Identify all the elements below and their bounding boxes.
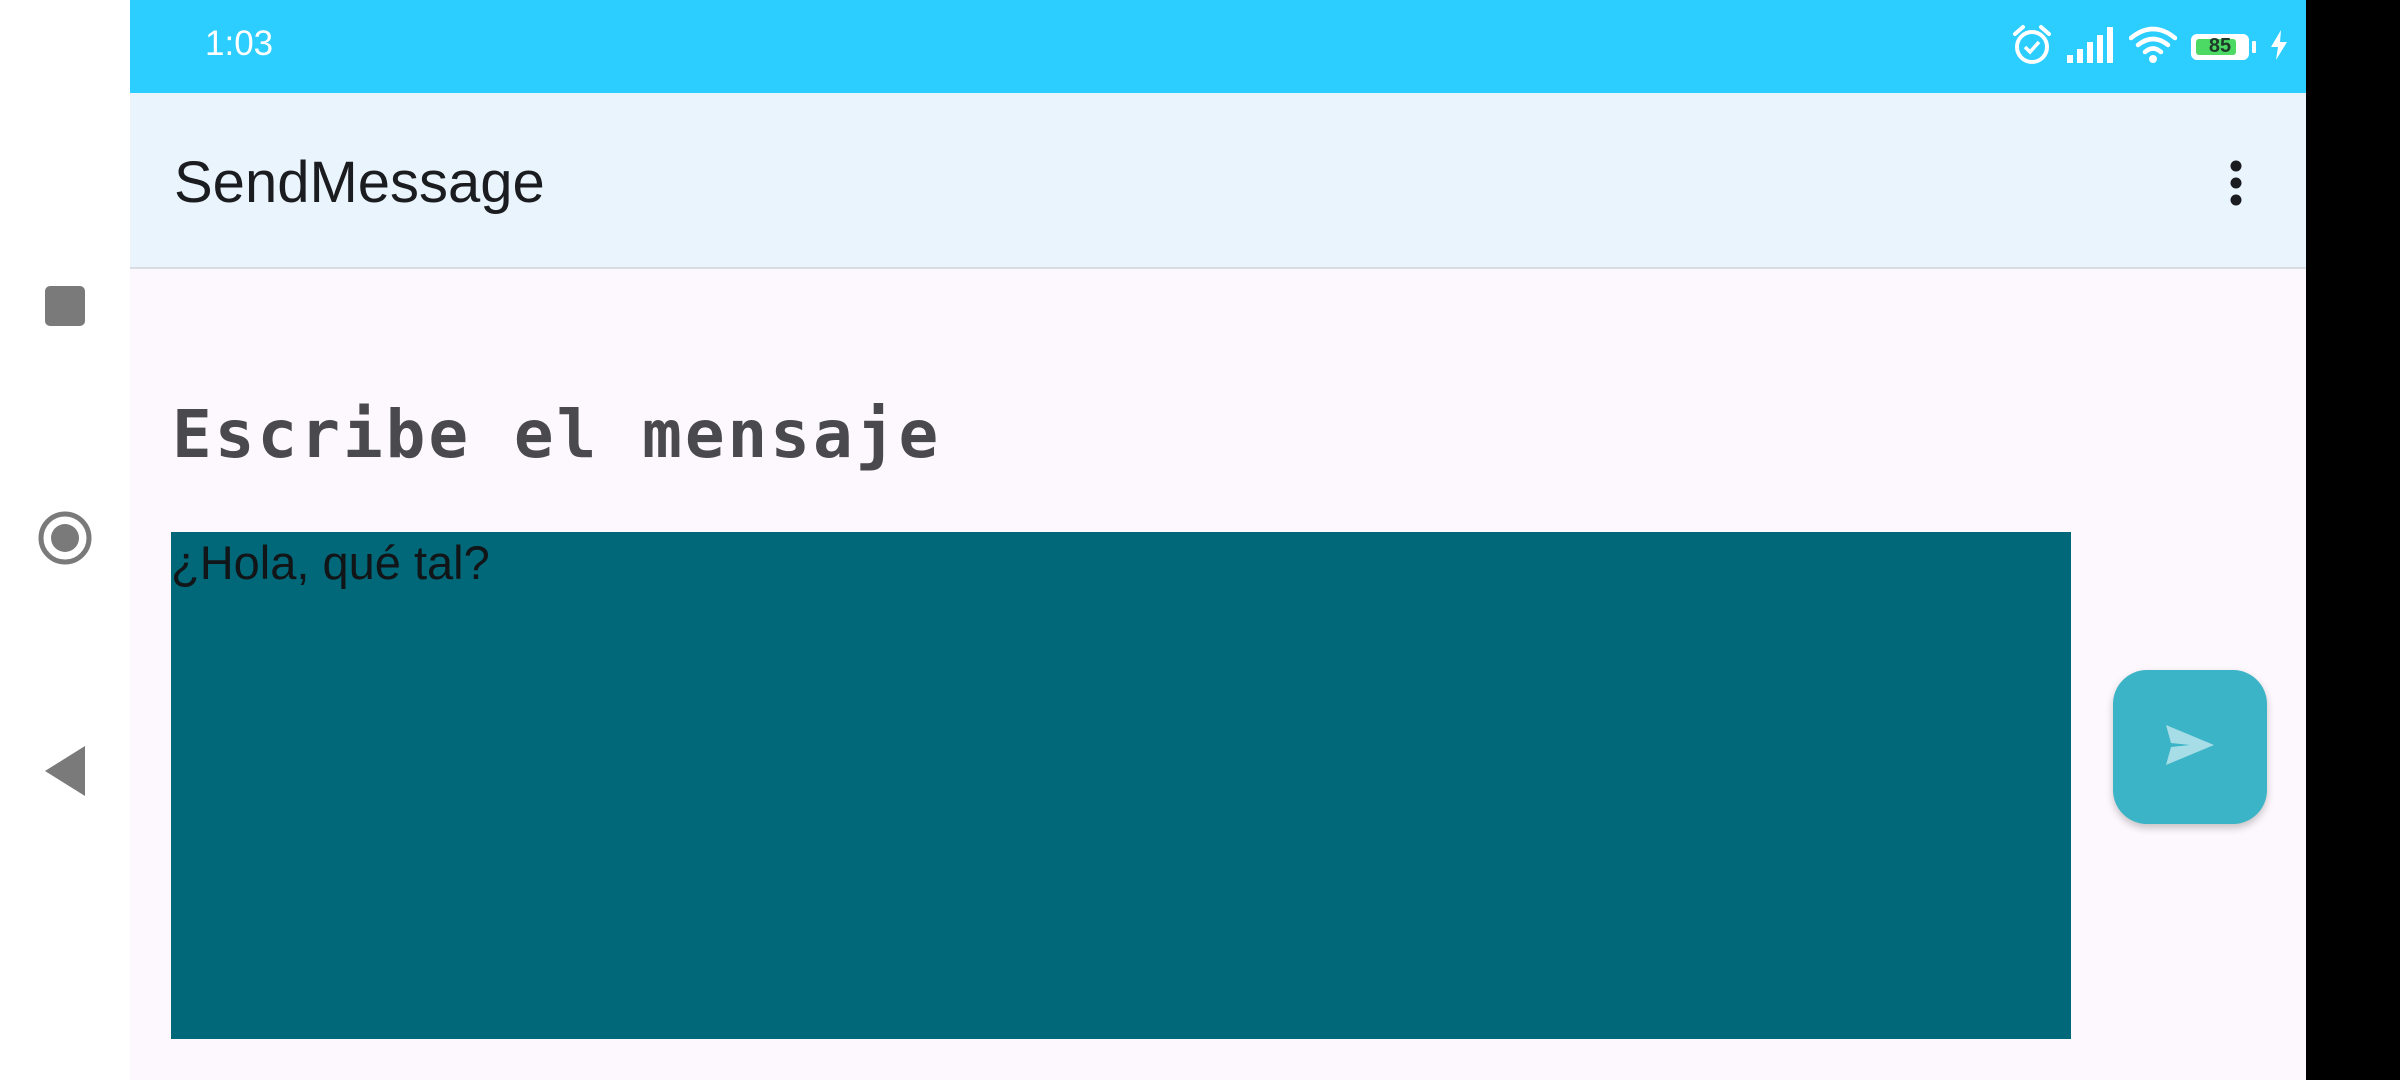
back-button[interactable]	[25, 733, 105, 813]
recents-icon	[45, 285, 85, 331]
alarm-icon	[2011, 24, 2053, 71]
battery-icon: 85	[2191, 34, 2249, 60]
charging-icon	[2270, 29, 2288, 65]
app-title: SendMessage	[174, 150, 545, 215]
screen-edge	[2306, 0, 2400, 1080]
back-icon	[45, 745, 85, 801]
message-heading: Escribe el mensaje	[172, 396, 942, 473]
wifi-icon	[2128, 26, 2178, 69]
app-bar: SendMessage	[130, 93, 2306, 269]
more-vert-icon	[2229, 160, 2243, 211]
message-input[interactable]: ¿Hola, qué tal?	[171, 532, 2071, 1039]
signal-icon	[2067, 26, 2115, 68]
battery-tip	[2252, 41, 2256, 53]
send-button[interactable]	[2113, 670, 2267, 824]
status-time: 1:03	[205, 24, 274, 63]
main-content: Escribe el mensaje ¿Hola, qué tal?	[130, 269, 2306, 1080]
battery-level: 85	[2208, 35, 2232, 57]
status-bar: 1:03 85	[130, 0, 2306, 93]
overflow-menu-button[interactable]	[2206, 155, 2266, 215]
home-icon	[37, 510, 93, 571]
recents-button[interactable]	[25, 268, 105, 348]
home-button[interactable]	[25, 500, 105, 580]
send-icon	[2166, 724, 2214, 770]
navigation-bar	[0, 0, 130, 1080]
status-icons: 85	[2011, 24, 2288, 71]
